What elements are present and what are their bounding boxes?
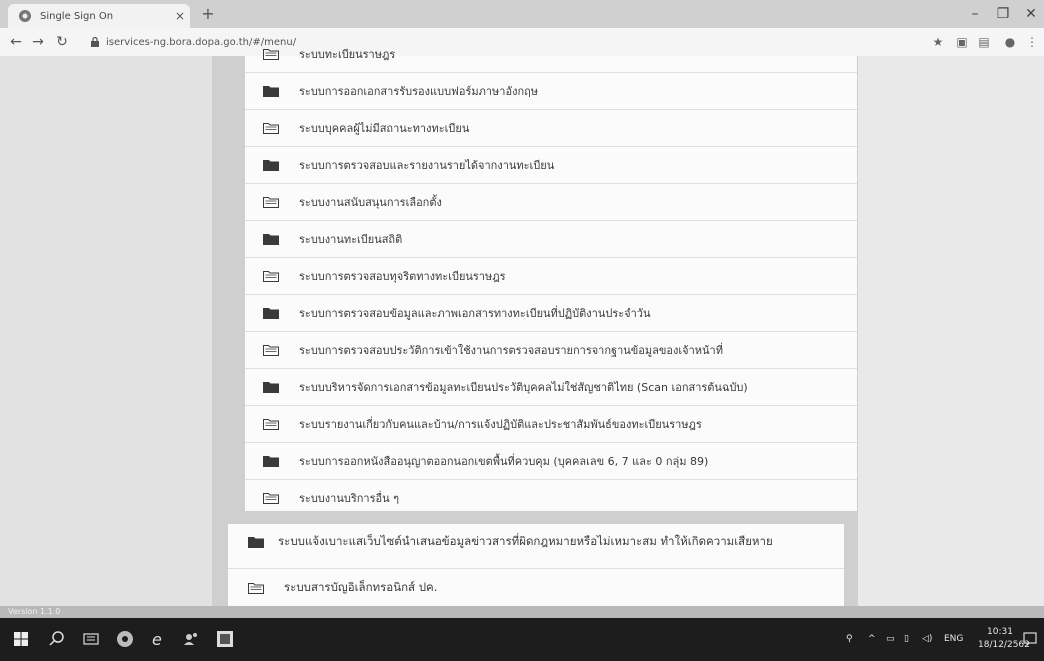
- menu-item[interactable]: ระบบทะเบียนราษฎร: [245, 36, 857, 73]
- menu-item[interactable]: ระบบบริหารจัดการเอกสารข้อมูลทะเบียนประวั…: [245, 369, 857, 406]
- minimize-button[interactable]: –: [962, 4, 988, 24]
- windows-taskbar: e ⚲ ^ ▭ ▯ ◁) ENG 10:31 18/12/2562: [0, 618, 1044, 661]
- volume-icon[interactable]: ◁): [922, 618, 932, 661]
- windows-start-icon[interactable]: [10, 628, 32, 650]
- taskbar-clock[interactable]: 10:31 18/12/2562: [978, 626, 1030, 652]
- menu-item[interactable]: ระบบงานสนับสนุนการเลือกตั้ง: [245, 184, 857, 221]
- restore-button[interactable]: ❐: [990, 4, 1016, 24]
- folder-open-icon: [263, 49, 279, 60]
- menu-item[interactable]: ระบบการตรวจสอบทุจริตทางทะเบียนราษฎร: [245, 258, 857, 295]
- people-icon[interactable]: ⚲: [846, 618, 853, 661]
- chrome-taskbar-icon[interactable]: [114, 628, 136, 650]
- close-window-button[interactable]: ✕: [1018, 4, 1044, 24]
- menu-item-label: ระบบบุคคลผู้ไม่มีสถานะทางทะเบียน: [299, 122, 470, 135]
- chrome-favicon-icon: [19, 10, 31, 22]
- extra-menu-list: ระบบแจ้งเบาะแสเว็บไซต์นำเสนอข้อมูลข่าวสา…: [228, 524, 844, 606]
- page-footer-strip: Version 1.1.0: [0, 606, 1044, 618]
- folder-open-icon: [263, 345, 279, 356]
- folder-icon: [263, 308, 279, 319]
- folder-icon: [263, 456, 279, 467]
- app-tile-icon[interactable]: [214, 628, 236, 650]
- reload-icon[interactable]: ↻: [52, 32, 72, 52]
- menu-item-label: ระบบการตรวจสอบและรายงานรายได้จากงานทะเบี…: [299, 159, 555, 172]
- folder-open-icon: [263, 419, 279, 430]
- right-background: [858, 56, 1044, 606]
- bookmark-star-icon[interactable]: ★: [930, 34, 946, 50]
- menu-item[interactable]: ระบบบุคคลผู้ไม่มีสถานะทางทะเบียน: [245, 110, 857, 147]
- edge-browser-icon[interactable]: e: [148, 628, 170, 650]
- browser-tab-strip: Single Sign On × + – ❐ ✕: [0, 0, 1044, 28]
- version-text: Version 1.1.0: [8, 607, 61, 616]
- folder-icon: [263, 160, 279, 171]
- folder-open-icon: [263, 493, 279, 504]
- menu-item[interactable]: ระบบการออกเอกสารรับรองแบบฟอร์มภาษาอังกฤษ: [245, 73, 857, 110]
- report-website-label: ระบบแจ้งเบาะแสเว็บไซต์นำเสนอข้อมูลข่าวสา…: [278, 534, 773, 548]
- menu-item[interactable]: ระบบการตรวจสอบและรายงานรายได้จากงานทะเบี…: [245, 147, 857, 184]
- folder-icon: [263, 382, 279, 393]
- network-icon[interactable]: ▯: [904, 618, 909, 661]
- ebook-item[interactable]: ระบบสารบัญอิเล็กทรอนิกส์ ปค.: [228, 570, 844, 606]
- menu-item[interactable]: ระบบรายงานเกี่ยวกับคนและบ้าน/การแจ้งปฏิบ…: [245, 406, 857, 443]
- task-view-icon[interactable]: [80, 628, 102, 650]
- translate-icon[interactable]: ▤: [976, 34, 992, 50]
- ebook-label: ระบบสารบัญอิเล็กทรอนิกส์ ปค.: [284, 580, 438, 594]
- chrome-menu-icon[interactable]: ⋮: [1024, 34, 1040, 50]
- menu-item[interactable]: ระบบงานทะเบียนสถิติ: [245, 221, 857, 258]
- menu-item-label: ระบบการตรวจสอบข้อมูลและภาพเอกสารทางทะเบี…: [299, 307, 651, 320]
- service-menu-list: ระบบทะเบียนราษฎร ระบบการออกเอกสารรับรองแ…: [244, 48, 857, 511]
- menu-item-label: ระบบงานทะเบียนสถิติ: [299, 233, 403, 246]
- folder-open-icon: [248, 583, 264, 594]
- page-content: ระบบทะเบียนราษฎร ระบบการออกเอกสารรับรองแ…: [0, 48, 1044, 606]
- menu-item-label: ระบบงานสนับสนุนการเลือกตั้ง: [299, 196, 442, 209]
- extension-icon[interactable]: ▣: [954, 34, 970, 50]
- lock-icon: [91, 37, 99, 47]
- folder-open-icon: [263, 271, 279, 282]
- menu-item-label: ระบบงานบริการอื่น ๆ: [299, 492, 400, 505]
- folder-open-icon: [263, 123, 279, 134]
- folder-icon: [263, 86, 279, 97]
- menu-item[interactable]: ระบบการตรวจสอบข้อมูลและภาพเอกสารทางทะเบี…: [245, 295, 857, 332]
- clock-time: 10:31: [987, 627, 1013, 637]
- profile-avatar-icon[interactable]: ●: [1002, 34, 1018, 50]
- menu-item[interactable]: ระบบการออกหนังสืออนุญาตออกนอกเขตพื้นที่ค…: [245, 443, 857, 480]
- menu-item-label: ระบบรายงานเกี่ยวกับคนและบ้าน/การแจ้งปฏิบ…: [299, 418, 702, 431]
- tab-close-icon[interactable]: ×: [170, 9, 190, 23]
- forward-arrow-icon[interactable]: →: [28, 32, 48, 52]
- svg-text:e: e: [152, 630, 162, 649]
- tab-title: Single Sign On: [40, 10, 114, 22]
- search-icon[interactable]: [46, 628, 68, 650]
- battery-icon[interactable]: ▭: [886, 618, 895, 661]
- new-tab-button[interactable]: +: [198, 4, 218, 24]
- network-users-icon[interactable]: [180, 628, 202, 650]
- browser-tab[interactable]: Single Sign On ×: [8, 4, 190, 28]
- language-indicator[interactable]: ENG: [944, 618, 963, 661]
- menu-item-label: ระบบการออกหนังสืออนุญาตออกนอกเขตพื้นที่ค…: [299, 455, 709, 468]
- menu-item[interactable]: ระบบการตรวจสอบประวัติการเข้าใช้งานการตรว…: [245, 332, 857, 369]
- menu-item-label: ระบบทะเบียนราษฎร: [299, 48, 396, 61]
- chevron-up-icon[interactable]: ^: [868, 618, 876, 661]
- notification-icon[interactable]: [1022, 628, 1038, 650]
- left-background: [0, 56, 212, 606]
- report-website-item[interactable]: ระบบแจ้งเบาะแสเว็บไซต์นำเสนอข้อมูลข่าวสา…: [228, 524, 844, 569]
- folder-icon: [263, 234, 279, 245]
- menu-item-label: ระบบบริหารจัดการเอกสารข้อมูลทะเบียนประวั…: [299, 381, 748, 394]
- menu-item-label: ระบบการออกเอกสารรับรองแบบฟอร์มภาษาอังกฤษ: [299, 85, 539, 98]
- menu-item[interactable]: ระบบงานบริการอื่น ๆ: [245, 480, 857, 516]
- back-arrow-icon[interactable]: ←: [6, 32, 26, 52]
- menu-item-label: ระบบการตรวจสอบทุจริตทางทะเบียนราษฎร: [299, 270, 506, 283]
- folder-open-icon: [263, 197, 279, 208]
- menu-item-label: ระบบการตรวจสอบประวัติการเข้าใช้งานการตรว…: [299, 344, 723, 357]
- clock-date: 18/12/2562: [978, 640, 1030, 650]
